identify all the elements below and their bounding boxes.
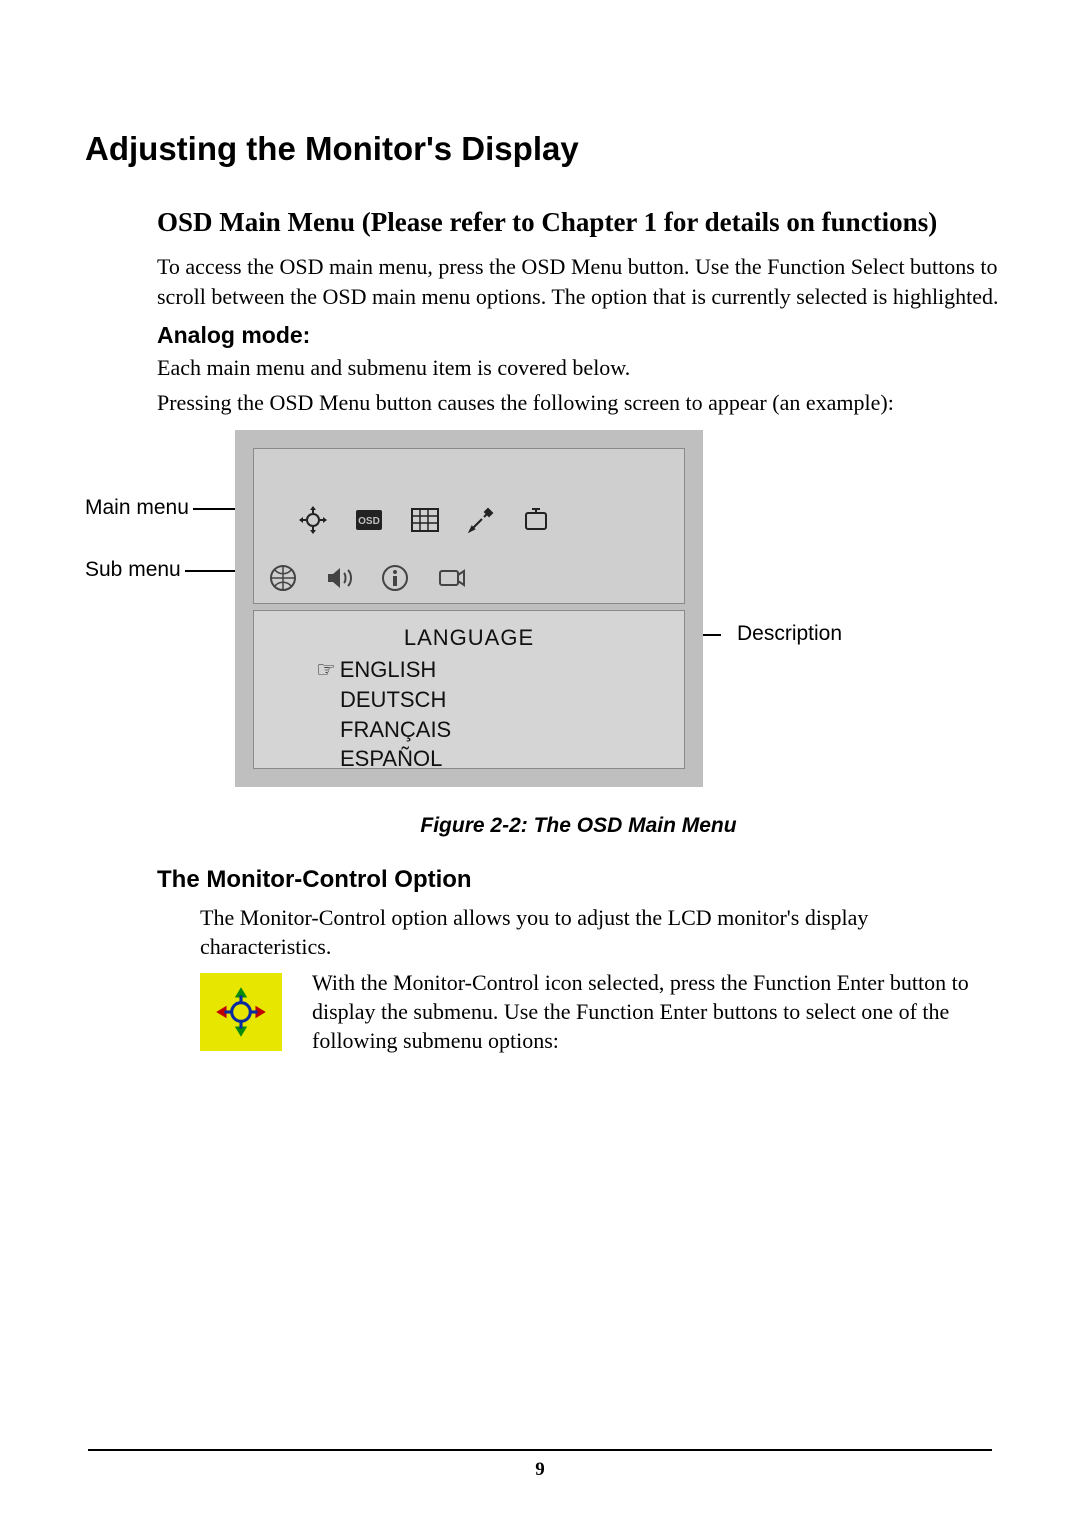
- osd-language-label: LANGUAGE: [284, 625, 654, 651]
- other-icon: [520, 503, 554, 537]
- osd-main-heading: OSD Main Menu (Please refer to Chapter 1…: [157, 206, 1000, 238]
- language-globe-icon: [266, 561, 300, 595]
- monitor-control-heading: The Monitor-Control Option: [157, 866, 1000, 894]
- lang-deutsch: DEUTSCH: [340, 685, 654, 715]
- tools-icon: [464, 503, 498, 537]
- page-title: Adjusting the Monitor's Display: [85, 130, 1000, 168]
- info-icon: [378, 561, 412, 595]
- volume-icon: [322, 561, 356, 595]
- osd-menu-area: OSD: [253, 448, 685, 604]
- monitor-control-big-icon: [200, 973, 282, 1051]
- lang-espanol: ESPAÑOL: [340, 744, 654, 774]
- osd-icon: OSD: [352, 503, 386, 537]
- osd-panel: OSD: [235, 430, 703, 787]
- analog-p2: Pressing the OSD Menu button causes the …: [157, 388, 1000, 418]
- lang-francais: FRANÇAIS: [340, 715, 654, 745]
- svg-text:OSD: OSD: [358, 516, 380, 527]
- lang-english: ENGLISH: [340, 655, 654, 685]
- osd-description-area: LANGUAGE ENGLISH DEUTSCH FRANÇAIS ESPAÑO…: [253, 610, 685, 769]
- footer-rule: [88, 1449, 992, 1451]
- monitor-control-icon: [296, 503, 330, 537]
- recall-icon: [434, 561, 468, 595]
- analog-mode-heading: Analog mode:: [157, 322, 1000, 349]
- display-grid-icon: [408, 503, 442, 537]
- callout-description: Description: [737, 622, 842, 646]
- callout-sub-menu: Sub menu: [85, 558, 181, 582]
- osd-language-list: ENGLISH DEUTSCH FRANÇAIS ESPAÑOL: [340, 655, 654, 774]
- page-number: 9: [0, 1459, 1080, 1481]
- osd-main-menu-row: OSD: [296, 503, 664, 537]
- monitor-control-intro: The Monitor-Control option allows you to…: [200, 904, 1000, 961]
- analog-p1: Each main menu and submenu item is cover…: [157, 353, 1000, 383]
- osd-figure: Main menu Sub menu Description OSD: [85, 430, 1000, 800]
- osd-sub-menu-row: [266, 561, 468, 595]
- callout-main-menu: Main menu: [85, 496, 189, 520]
- figure-caption: Figure 2-2: The OSD Main Menu: [157, 814, 1000, 838]
- osd-main-paragraph: To access the OSD main menu, press the O…: [157, 252, 1000, 311]
- monitor-control-body: With the Monitor-Control icon selected, …: [312, 969, 1000, 1055]
